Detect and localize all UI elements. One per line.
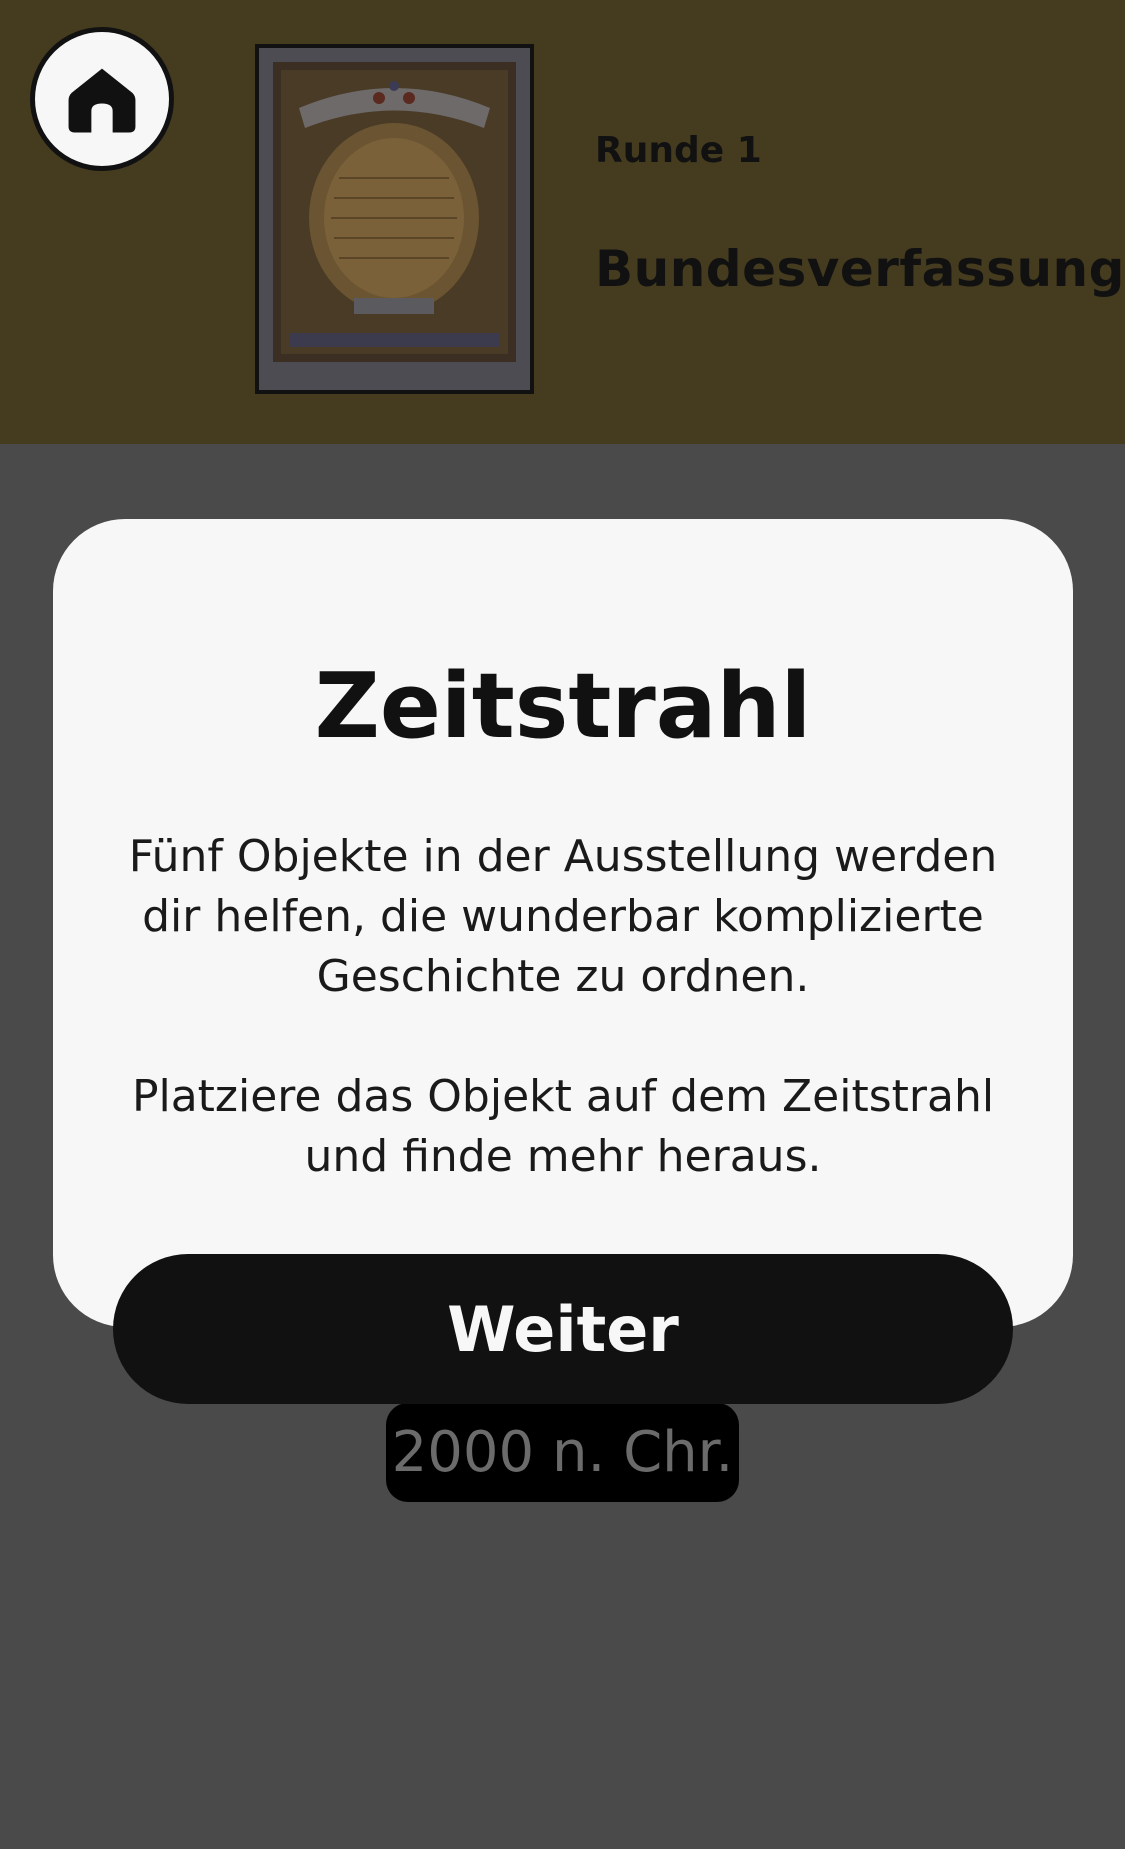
object-thumbnail[interactable] (255, 44, 534, 394)
dialog-title: Zeitstrahl (314, 654, 812, 759)
home-button[interactable] (30, 27, 174, 171)
dialog-paragraph-2: Platziere das Objekt auf dem Zeitstrahl … (131, 1071, 995, 1182)
intro-dialog: Zeitstrahl Fünf Objekte in der Ausstellu… (53, 519, 1073, 1327)
home-icon (68, 68, 136, 133)
header: Runde 1 Bundesverfassung (0, 0, 1125, 444)
object-title: Bundesverfassung (595, 240, 1125, 298)
dialog-paragraph-1: Fünf Objekte in der Ausstellung werden d… (128, 831, 998, 1002)
timeline-year-marker: 2000 n. Chr. (386, 1403, 739, 1502)
round-label: Runde 1 (595, 130, 762, 171)
continue-button[interactable]: Weiter (113, 1254, 1013, 1404)
